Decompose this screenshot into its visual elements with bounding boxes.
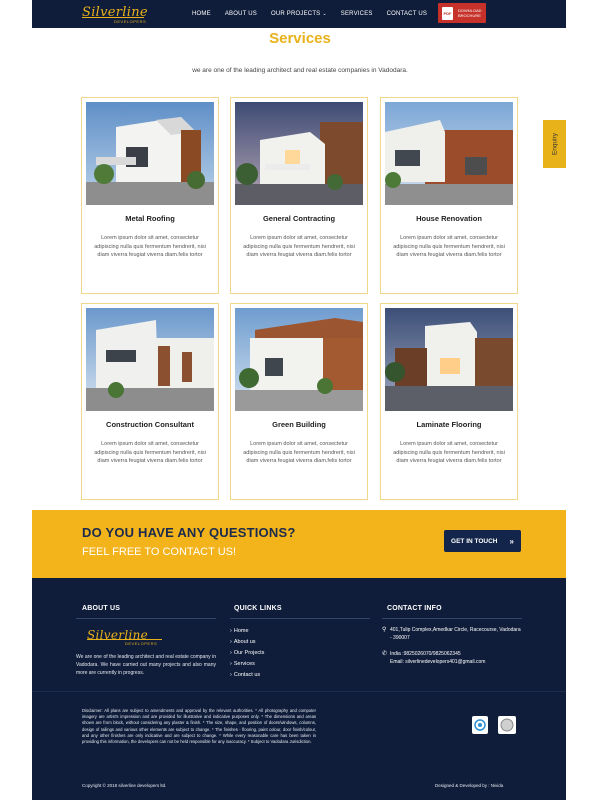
- service-title: General Contracting: [262, 214, 336, 223]
- service-title: Green Building: [272, 420, 326, 429]
- footer-contact-divider: [382, 618, 522, 619]
- footer-copyright: Copyright © 2018 silverline developers l…: [82, 783, 167, 788]
- footer-quick-links-divider: [230, 618, 370, 619]
- contact-address: 401,Tulip Complex,Amedkar Circle, Raceco…: [390, 627, 521, 641]
- map-pin-icon: ⚲: [382, 627, 387, 633]
- footer-about-text: We are one of the leading architect and …: [76, 654, 216, 676]
- cta-question: DO YOU HAVE ANY QUESTIONS?: [82, 525, 296, 540]
- services-title: Services: [269, 30, 331, 47]
- service-description: Lorem ipsum dolor sit amet, consectetur …: [94, 235, 206, 258]
- footer-contact-info: ⚲ 401,Tulip Complex,Amedkar Circle, Race…: [382, 627, 522, 675]
- footer-logo-swoosh: [87, 639, 162, 640]
- enquiry-tab[interactable]: Enquiry: [543, 120, 566, 168]
- cta-contact-text: FEEL FREE TO CONTACT US!: [82, 546, 237, 558]
- footer-logo[interactable]: Silverline DEVELOPERS: [87, 626, 162, 646]
- footer-about-title: ABOUT US: [82, 605, 121, 612]
- service-card[interactable]: Metal Roofing Lorem ipsum dolor sit amet…: [81, 97, 219, 294]
- contact-phone-row: ✆ India :9825026070/9825062345 Email: si…: [382, 651, 522, 666]
- service-description: Lorem ipsum dolor sit amet, consectetur …: [393, 441, 505, 464]
- service-description: Lorem ipsum dolor sit amet, consectetur …: [243, 235, 355, 258]
- service-card[interactable]: Laminate Flooring Lorem ipsum dolor sit …: [380, 303, 518, 500]
- certification-badge-2-icon: [498, 716, 516, 734]
- enquiry-label: Enquiry: [551, 132, 558, 156]
- footer-link-about[interactable]: About us: [230, 639, 264, 645]
- footer-link-contact[interactable]: Contact us: [230, 672, 264, 678]
- footer-link-projects[interactable]: Our Projects: [230, 650, 265, 656]
- contact-address-row: ⚲ 401,Tulip Complex,Amedkar Circle, Race…: [382, 627, 522, 642]
- footer-quick-links: Home About us Our Projects Services Cont…: [230, 628, 265, 683]
- services-subtitle: we are one of the leading architect and …: [192, 67, 408, 74]
- footer-link-services[interactable]: Services: [230, 661, 264, 667]
- pdf-icon: PDF: [442, 6, 453, 20]
- logo-swoosh: [82, 17, 144, 18]
- nav-home[interactable]: HOME: [192, 11, 211, 17]
- service-description: Lorem ipsum dolor sit amet, consectetur …: [243, 441, 355, 464]
- footer-quick-links-title: QUICK LINKS: [234, 605, 282, 612]
- main-menu: HOME ABOUT US OUR PROJECTS ⌄ SERVICES CO…: [192, 0, 441, 28]
- nav-our-projects-label: OUR PROJECTS: [270, 11, 321, 17]
- contact-phone[interactable]: India :9825026070/9825062345: [390, 651, 461, 657]
- service-title: Laminate Flooring: [416, 420, 482, 429]
- service-card[interactable]: House Renovation Lorem ipsum dolor sit a…: [380, 97, 518, 294]
- service-image: [385, 102, 513, 205]
- nav-contact-us[interactable]: CONTACT US: [387, 11, 427, 17]
- download-brochure-button[interactable]: PDF DOWNLOAD BROCHURE: [438, 3, 486, 23]
- service-image: [385, 308, 513, 411]
- footer-divider: [32, 691, 566, 692]
- service-description: Lorem ipsum dolor sit amet, consectetur …: [94, 441, 206, 464]
- footer-logo-subtext: DEVELOPERS: [125, 641, 158, 646]
- service-card[interactable]: Construction Consultant Lorem ipsum dolo…: [81, 303, 219, 500]
- phone-icon: ✆: [382, 651, 388, 657]
- footer-disclaimer: Disclaimer: All plans are subject to ame…: [82, 708, 316, 745]
- contact-email[interactable]: Email: silverlinedevelopers401@gmail.com: [390, 659, 485, 665]
- logo-subtext: DEVELOPERS: [114, 19, 147, 24]
- service-card[interactable]: Green Building Lorem ipsum dolor sit ame…: [230, 303, 368, 500]
- footer-about-divider: [76, 618, 216, 619]
- service-title: Construction Consultant: [106, 420, 194, 429]
- brochure-label: DOWNLOAD BROCHURE: [458, 8, 482, 18]
- nav-about-us[interactable]: ABOUT US: [225, 11, 257, 17]
- chevron-down-icon: ⌄: [322, 11, 327, 17]
- service-image: [86, 308, 214, 411]
- site-logo[interactable]: Silverline DEVELOPERS: [82, 3, 148, 24]
- contact-cta-banner: DO YOU HAVE ANY QUESTIONS? FEEL FREE TO …: [32, 510, 566, 578]
- service-image: [235, 102, 363, 205]
- certification-badge-1-icon: [472, 716, 488, 734]
- nav-services[interactable]: SERVICES: [341, 11, 373, 17]
- get-in-touch-label: GET IN TOUCH: [451, 537, 498, 545]
- footer-designed-by[interactable]: Designed & Developed by : Nivida: [435, 783, 503, 788]
- service-image: [235, 308, 363, 411]
- footer-contact-title: CONTACT INFO: [387, 605, 442, 612]
- contact-phone-email: India :9825026070/9825062345 Email: silv…: [390, 651, 485, 666]
- nav-our-projects[interactable]: OUR PROJECTS ⌄: [271, 11, 327, 17]
- site-footer: ABOUT US Silverline DEVELOPERS We are on…: [32, 578, 566, 800]
- get-in-touch-button[interactable]: GET IN TOUCH »: [444, 530, 521, 552]
- footer-link-home[interactable]: Home: [230, 628, 264, 634]
- service-title: Metal Roofing: [125, 214, 175, 223]
- service-image: [86, 102, 214, 205]
- double-arrow-right-icon: »: [509, 536, 514, 546]
- top-navbar: Silverline DEVELOPERS HOME ABOUT US OUR …: [32, 0, 566, 28]
- service-description: Lorem ipsum dolor sit amet, consectetur …: [393, 235, 505, 258]
- service-title: House Renovation: [416, 214, 482, 223]
- brochure-label-line2: BROCHURE: [458, 13, 481, 18]
- service-card[interactable]: General Contracting Lorem ipsum dolor si…: [230, 97, 368, 294]
